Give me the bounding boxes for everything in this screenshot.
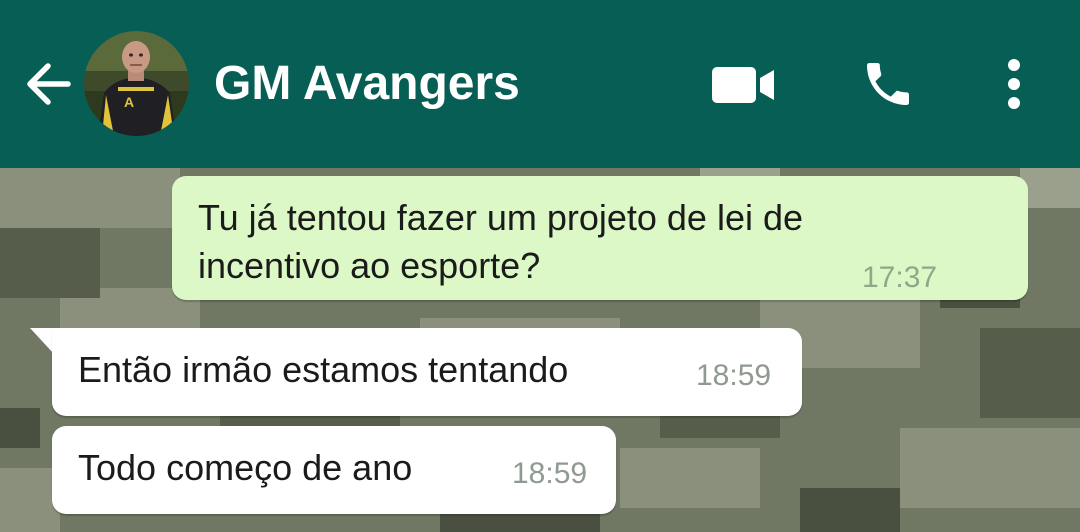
- more-options-button[interactable]: [990, 52, 1038, 116]
- message-text: Então irmão estamos tentando: [78, 349, 569, 390]
- back-button[interactable]: [18, 52, 78, 116]
- svg-text:A: A: [124, 94, 134, 110]
- message-time: 17:37: [862, 261, 938, 294]
- chat-screen: A GM Avangers Tu já tentou fazer um proj…: [0, 0, 1080, 532]
- voice-call-button[interactable]: [856, 52, 920, 116]
- message-bubble-incoming[interactable]: Então irmão estamos tentando 18:59: [52, 328, 802, 416]
- message-list[interactable]: Tu já tentou fazer um projeto de lei de …: [0, 168, 1080, 532]
- message-text: Tu já tentou fazer um projeto de lei de: [198, 197, 804, 238]
- message-time: 18:59: [512, 457, 588, 490]
- video-call-button[interactable]: [708, 60, 780, 110]
- bubble-tail: [30, 328, 54, 354]
- message-time: 18:59: [696, 359, 772, 392]
- message-text: Todo começo de ano: [78, 447, 413, 488]
- message-text: incentivo ao esporte?: [198, 245, 541, 286]
- avatar[interactable]: A: [84, 31, 189, 136]
- phone-icon: [867, 63, 909, 105]
- more-vertical-icon: [1008, 59, 1020, 109]
- message-bubble-incoming[interactable]: Todo começo de ano 18:59: [52, 426, 616, 514]
- contact-photo: A: [84, 31, 189, 136]
- message-bubble-outgoing[interactable]: Tu já tentou fazer um projeto de lei de …: [172, 176, 1028, 300]
- video-camera-icon: [712, 67, 774, 103]
- chat-header: A GM Avangers: [0, 0, 1080, 168]
- contact-name[interactable]: GM Avangers: [214, 52, 520, 116]
- arrow-left-icon: [27, 63, 71, 105]
